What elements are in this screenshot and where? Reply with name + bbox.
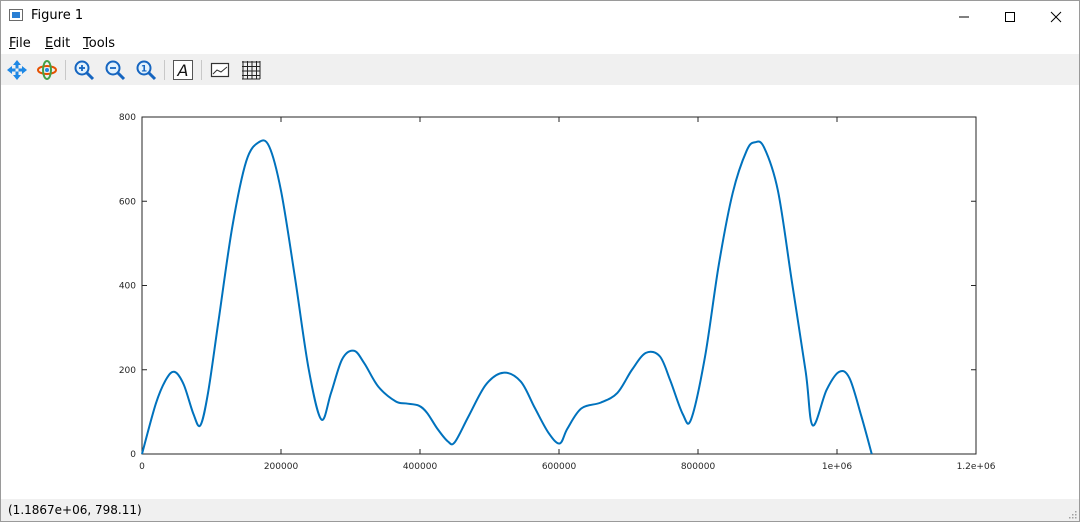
maximize-icon — [1005, 11, 1015, 22]
toolbar: 1 A — [1, 54, 1079, 85]
text-insert-icon: A — [173, 60, 193, 80]
menu-bar: File Edit Tools — [1, 32, 1079, 54]
zoom-out-icon — [105, 60, 126, 81]
cursor-coordinates: (1.1867e+06, 798.11) — [8, 503, 142, 517]
status-bar: (1.1867e+06, 798.11) — [1, 499, 1079, 521]
insert-text-button[interactable]: A — [170, 57, 196, 83]
figure-window: Figure 1 File Edit Tools 1 A 0 200000 40… — [0, 0, 1080, 522]
y-tick-label: 800 — [119, 113, 136, 123]
axes-toggle-button[interactable] — [207, 57, 233, 83]
menu-edit[interactable]: Edit — [45, 36, 70, 51]
line-plot[interactable]: 0 200000 400000 600000 800000 1e+06 1.2e+06 0 20… — [1, 85, 1079, 499]
maximize-button[interactable] — [987, 1, 1033, 32]
grid-toggle-icon — [242, 61, 261, 80]
zoom-in-icon — [74, 60, 95, 81]
zoom-reset-button[interactable]: 1 — [133, 57, 159, 83]
rotate-icon — [37, 60, 57, 80]
resize-grip-icon[interactable] — [1067, 509, 1077, 519]
axes-toggle-icon — [210, 62, 230, 78]
x-tick-label: 0 — [139, 462, 145, 472]
svg-text:1: 1 — [141, 65, 147, 75]
x-tick-label: 600000 — [542, 462, 577, 472]
close-button[interactable] — [1033, 1, 1079, 32]
minimize-icon — [959, 16, 969, 17]
toolbar-separator — [201, 60, 202, 80]
menu-edit-accel: E — [45, 36, 54, 51]
pan-icon — [7, 60, 27, 80]
x-tick-label: 400000 — [403, 462, 438, 472]
toolbar-separator — [65, 60, 66, 80]
figure-canvas[interactable]: 0 200000 400000 600000 800000 1e+06 1.2e+06 0 20… — [1, 85, 1079, 499]
x-tick-label: 1.2e+06 — [957, 462, 996, 472]
x-tick-label: 200000 — [264, 462, 299, 472]
y-tick-label: 0 — [130, 450, 136, 460]
y-tick-label: 200 — [119, 366, 136, 376]
menu-tools-label: ools — [88, 36, 116, 51]
title-bar[interactable]: Figure 1 — [1, 1, 1079, 32]
x-tick-label: 1e+06 — [822, 462, 853, 472]
zoom-out-button[interactable] — [102, 57, 128, 83]
zoom-reset-icon: 1 — [136, 60, 157, 81]
menu-file[interactable]: File — [9, 36, 31, 51]
axes-frame — [141, 116, 977, 455]
menu-file-label: ile — [15, 36, 31, 51]
pan-button[interactable] — [4, 57, 30, 83]
window-title: Figure 1 — [31, 8, 84, 23]
menu-tools[interactable]: Tools — [83, 36, 115, 51]
close-icon — [1050, 11, 1062, 22]
rotate-button[interactable] — [34, 57, 60, 83]
y-tick-label: 600 — [119, 197, 136, 207]
zoom-in-button[interactable] — [71, 57, 97, 83]
grid-toggle-button[interactable] — [238, 57, 264, 83]
toolbar-separator — [164, 60, 165, 80]
figure-app-icon — [9, 9, 23, 21]
minimize-button[interactable] — [941, 1, 987, 32]
menu-edit-label: dit — [53, 36, 71, 51]
x-tick-label: 800000 — [681, 462, 716, 472]
svg-text:A: A — [177, 61, 189, 80]
y-tick-label: 400 — [119, 282, 136, 292]
